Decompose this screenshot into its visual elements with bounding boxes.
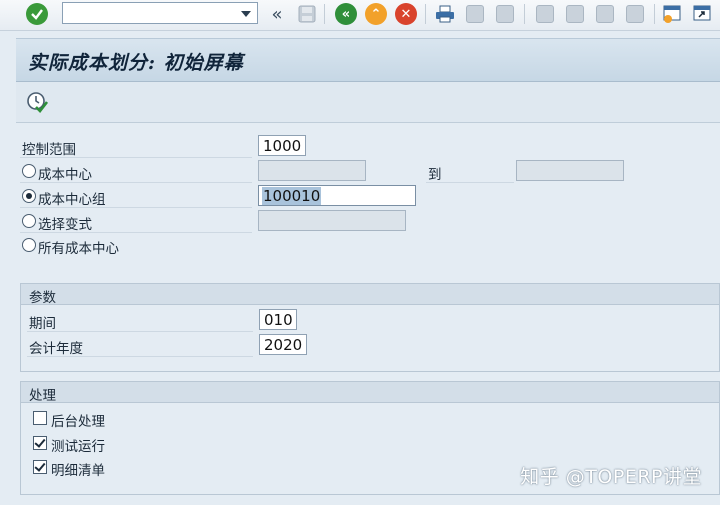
test-run-label: 测试运行 <box>51 439 105 455</box>
exit-icon[interactable]: ⌃ <box>365 3 387 25</box>
enter-icon[interactable] <box>26 3 48 25</box>
test-run-checkbox[interactable] <box>33 436 47 450</box>
print-icon[interactable] <box>434 3 456 25</box>
shortcut-icon[interactable] <box>692 3 714 25</box>
background-processing-checkbox[interactable] <box>33 411 47 425</box>
all-cost-centers-radio[interactable] <box>22 238 36 252</box>
period-label: 期间 <box>29 316 56 332</box>
execute-icon[interactable] <box>26 91 49 113</box>
standard-toolbar: « « ⌃ ✕ <box>0 0 720 31</box>
cost-center-radio[interactable] <box>22 164 36 178</box>
detail-list-label: 明细清单 <box>51 463 105 479</box>
fiscal-year-label: 会计年度 <box>29 341 83 357</box>
background-processing-label: 后台处理 <box>51 414 105 430</box>
cost-center-label: 成本中心 <box>38 167 92 183</box>
cost-center-row: 成本中心 到 <box>16 159 720 183</box>
controlling-area-field[interactable]: 1000 <box>258 135 306 156</box>
find-icon[interactable] <box>464 3 486 25</box>
parameters-group: 参数 期间 010 会计年度 2020 <box>20 283 720 372</box>
period-row: 期间 010 <box>21 308 719 332</box>
to-label: 到 <box>428 167 442 183</box>
fiscal-year-field[interactable]: 2020 <box>259 334 307 355</box>
background-processing-row: 后台处理 <box>21 406 719 430</box>
cost-center-group-radio[interactable] <box>22 189 36 203</box>
title-bar: 实际成本划分: 初始屏幕 <box>16 38 720 82</box>
selection-variant-label: 选择变式 <box>38 217 92 233</box>
cancel-icon[interactable]: ✕ <box>395 3 417 25</box>
application-toolbar <box>16 82 720 123</box>
selection-variant-row: 选择变式 <box>16 209 720 233</box>
selection-variant-field[interactable] <box>258 210 406 231</box>
all-cost-centers-row: 所有成本中心 <box>16 233 720 257</box>
cost-center-from-field[interactable] <box>258 160 366 181</box>
cost-center-to-field[interactable] <box>516 160 624 181</box>
cost-center-group-label: 成本中心组 <box>38 192 106 208</box>
find-next-icon[interactable] <box>494 3 516 25</box>
controlling-area-row: 控制范围 1000 <box>16 134 720 158</box>
first-page-icon[interactable] <box>534 3 556 25</box>
next-page-icon[interactable] <box>594 3 616 25</box>
all-cost-centers-label: 所有成本中心 <box>38 241 119 257</box>
previous-page-icon[interactable] <box>564 3 586 25</box>
new-session-icon[interactable] <box>662 3 684 25</box>
watermark: 知乎 @TOPERP讲堂 <box>520 466 702 488</box>
page-title: 实际成本划分: 初始屏幕 <box>28 52 244 74</box>
save-icon[interactable] <box>296 3 318 25</box>
cost-center-group-row: 成本中心组 100010 <box>16 184 720 208</box>
test-run-row: 测试运行 <box>21 431 719 455</box>
selection-variant-radio[interactable] <box>22 214 36 228</box>
detail-list-checkbox[interactable] <box>33 460 47 474</box>
cost-center-group-field[interactable]: 100010 <box>258 185 416 206</box>
command-field[interactable] <box>62 2 258 24</box>
period-field[interactable]: 010 <box>259 309 297 330</box>
selection-screen: 控制范围 1000 成本中心 到 成本中心组 100010 选择变式 所有成本中… <box>16 123 720 505</box>
command-dropdown-icon[interactable] <box>241 11 251 17</box>
processing-group-title: 处理 <box>29 388 56 404</box>
controlling-area-label: 控制范围 <box>22 142 76 158</box>
fiscal-year-row: 会计年度 2020 <box>21 333 719 357</box>
parameters-group-title: 参数 <box>29 290 56 306</box>
last-page-icon[interactable] <box>624 3 646 25</box>
collapse-icon[interactable]: « <box>266 3 288 25</box>
back-icon[interactable]: « <box>335 3 357 25</box>
